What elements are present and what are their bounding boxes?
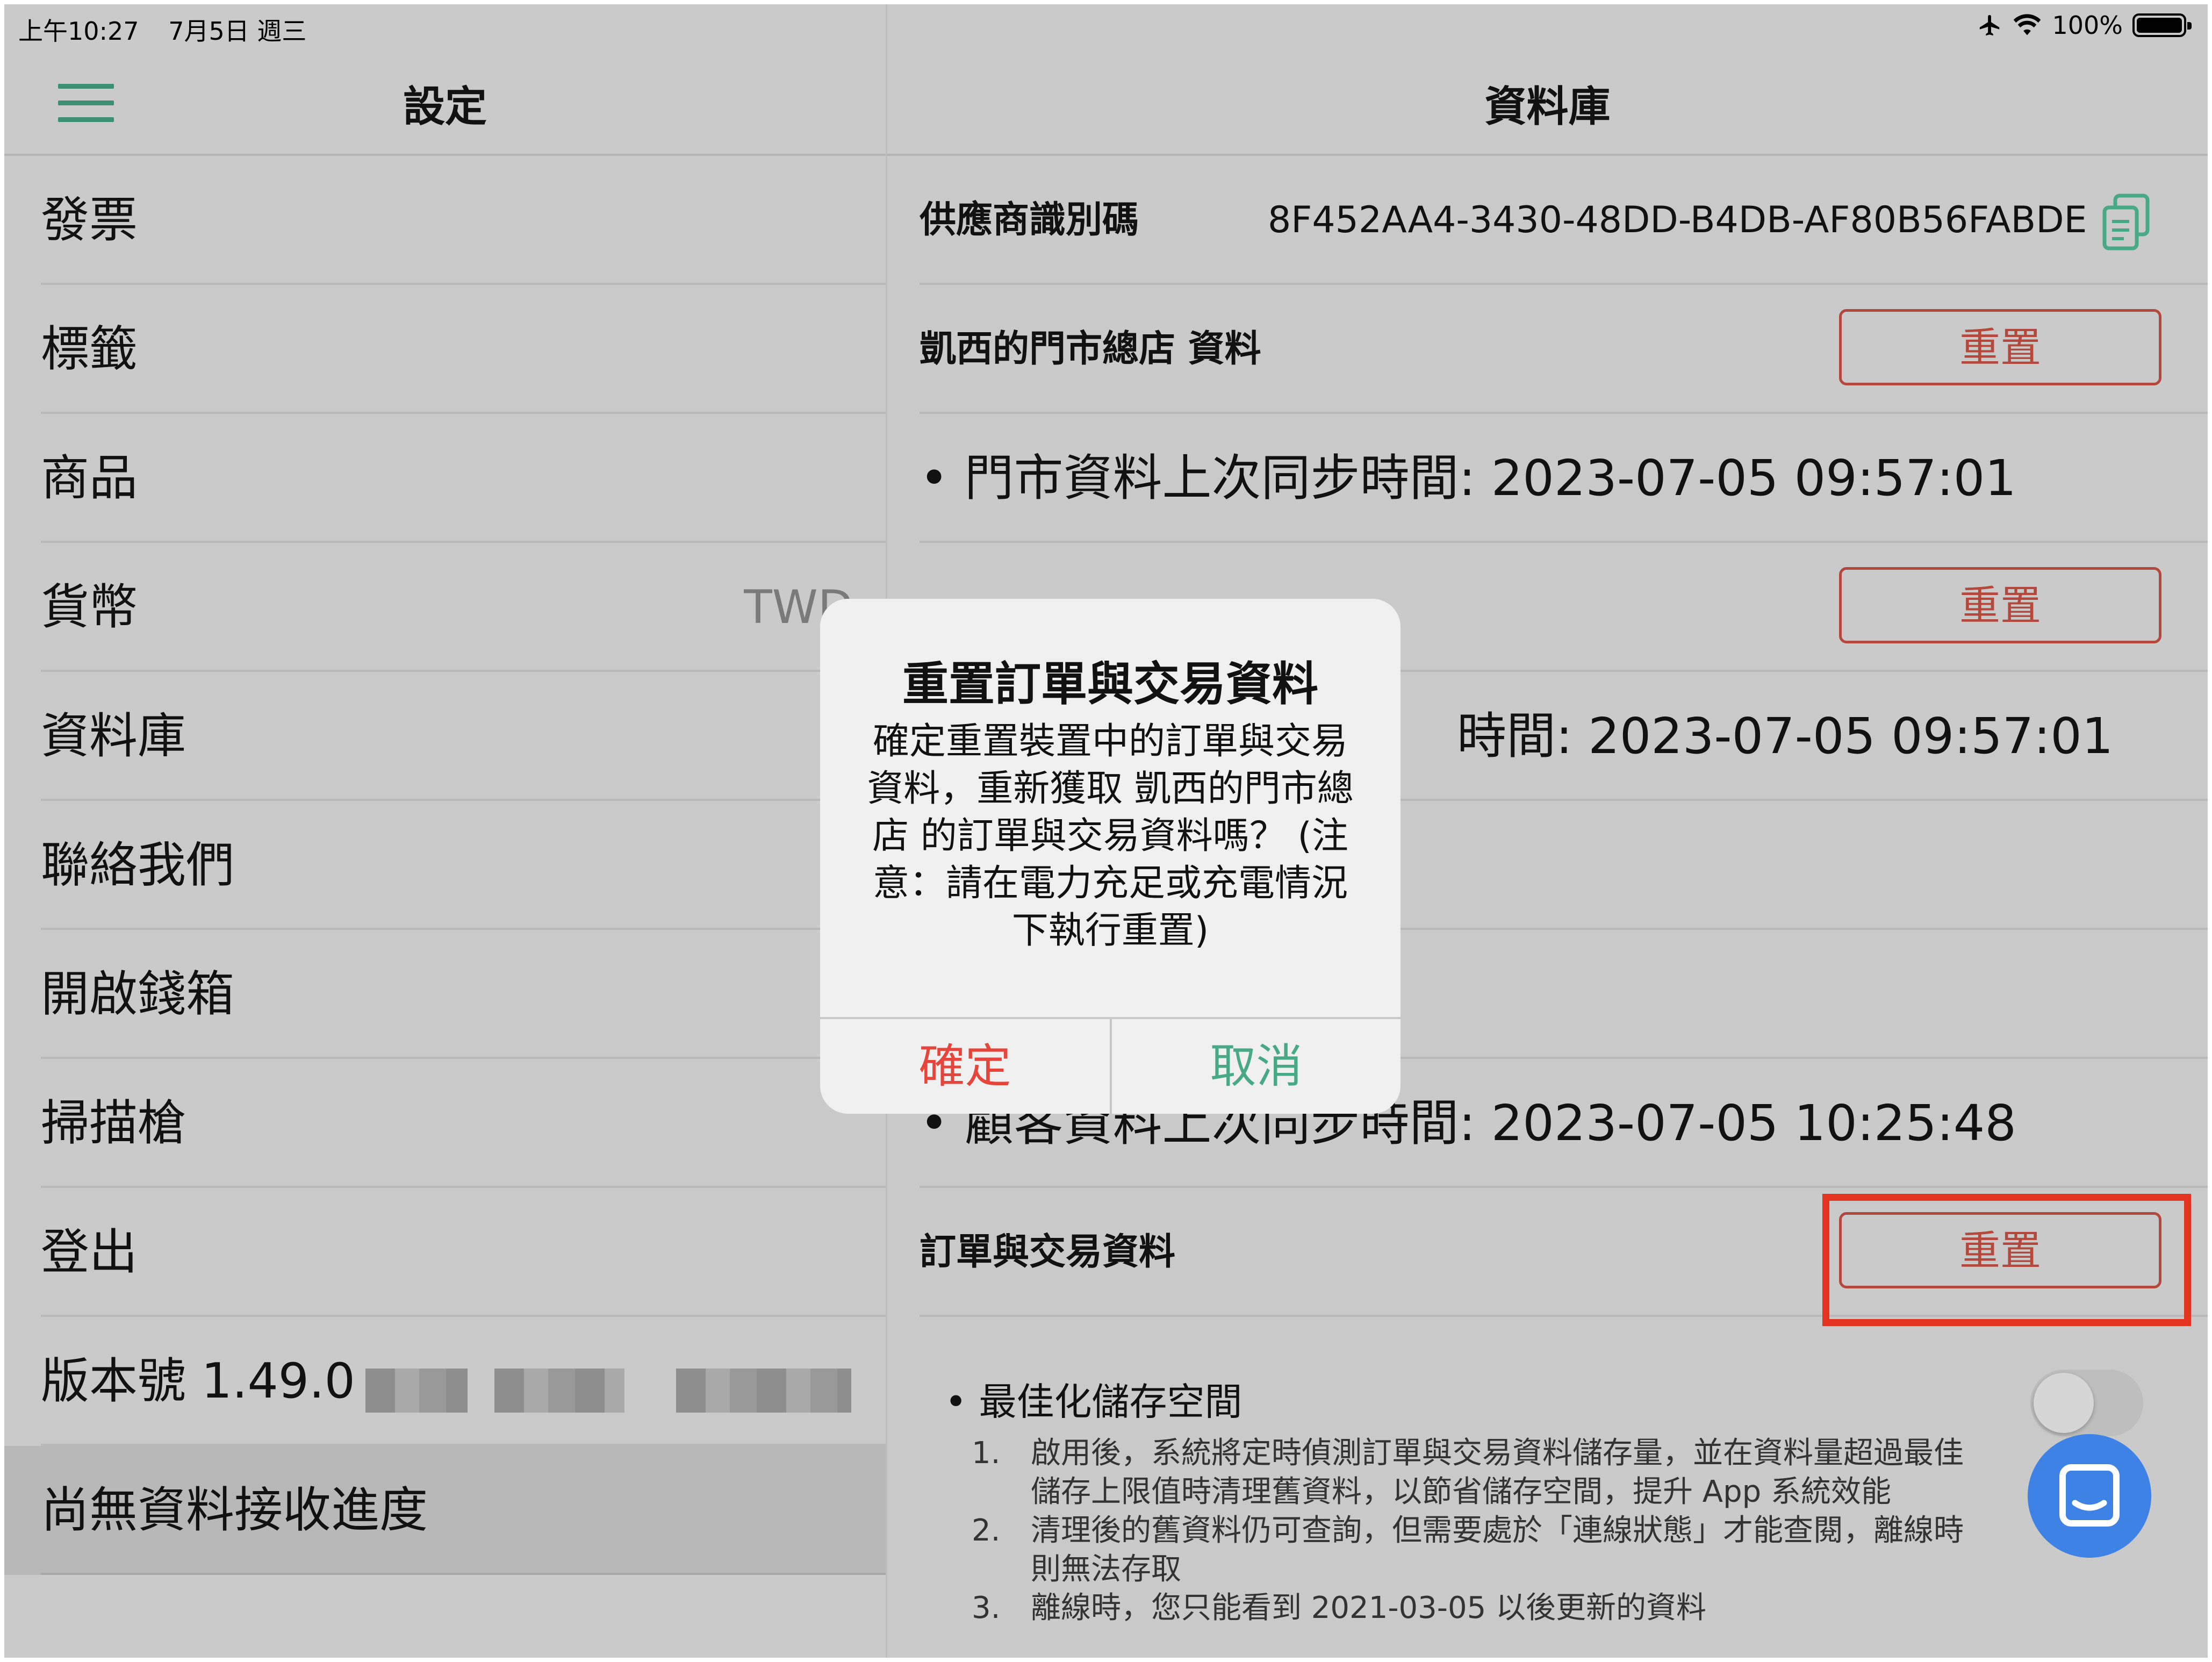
menu-item-label: 標籤 xyxy=(41,321,138,377)
list-item: 3. 離線時，您只能看到 2021-03-05 以後更新的資料 xyxy=(972,1591,1707,1625)
settings-title: 設定 xyxy=(403,83,487,131)
confirm-button[interactable]: 確定 xyxy=(820,1019,1110,1114)
menu-item-label: 掃描槍 xyxy=(41,1095,186,1151)
menu-item-cash-drawer[interactable]: 開啟錢箱 xyxy=(4,930,886,1059)
orders-data-row: 訂單與交易資料 重置 xyxy=(920,1188,2208,1317)
vendor-id-value: 8F452AA4-3430-48DD-B4DB-AF80B56FABDE xyxy=(1268,199,2087,241)
product-sync-time: 時間: 2023-07-05 09:57:01 xyxy=(1457,707,2114,765)
menu-item-label: 聯絡我們 xyxy=(41,837,234,893)
cancel-button[interactable]: 取消 xyxy=(1112,1019,1401,1114)
menu-item-label: 發票 xyxy=(41,192,138,248)
menu-item-labels[interactable]: 標籤 xyxy=(4,285,886,414)
copy-icon[interactable] xyxy=(2100,192,2154,252)
menu-item-database[interactable]: 資料庫 xyxy=(4,672,886,801)
menu-item-contact[interactable]: 聯絡我們 xyxy=(4,801,886,930)
chat-icon xyxy=(2059,1464,2120,1527)
store-reset-button[interactable]: 重置 xyxy=(1839,309,2161,385)
vendor-id-label: 供應商識別碼 xyxy=(920,199,1139,241)
dialog-message: 確定重置裝置中的訂單與交易資料，重新獲取 凱西的門市總店 的訂單與交易資料嗎？ … xyxy=(867,720,1354,952)
screen: 上午10:27 7月5日 週三 100% 設定 發票 標籤 商品 貨幣 TWD 資… xyxy=(4,4,2208,1658)
menu-item-version: 版本號 1.49.0 xyxy=(4,1317,886,1446)
store-sync-row: • 門市資料上次同步時間: 2023-07-05 09:57:01 xyxy=(920,414,2208,543)
optimize-storage-toggle[interactable] xyxy=(2030,1370,2143,1436)
menu-item-label: 資料庫 xyxy=(41,708,186,764)
menu-item-label: 開啟錢箱 xyxy=(41,966,234,1022)
version-label: 版本號 1.49.0 xyxy=(41,1353,355,1409)
menu-item-logout[interactable]: 登出 xyxy=(4,1188,886,1317)
store-data-row: 凱西的門市總店 資料 重置 xyxy=(920,285,2208,414)
sync-status-label: 尚無資料接收進度 xyxy=(41,1482,428,1538)
orders-reset-button[interactable]: 重置 xyxy=(1839,1212,2161,1288)
store-data-label: 凱西的門市總店 資料 xyxy=(920,328,1261,370)
redacted-block xyxy=(676,1369,851,1413)
vendor-id-row: 供應商識別碼 8F452AA4-3430-48DD-B4DB-AF80B56FA… xyxy=(920,156,2208,285)
chat-button[interactable] xyxy=(2028,1434,2151,1558)
product-reset-button[interactable]: 重置 xyxy=(1839,567,2161,643)
settings-pane: 設定 發票 標籤 商品 貨幣 TWD 資料庫 聯絡我們 開啟錢箱 掃描槍 登出 版… xyxy=(4,4,886,1658)
menu-item-label: 商品 xyxy=(41,450,138,506)
menu-item-invoice[interactable]: 發票 xyxy=(4,156,886,285)
menu-item-products[interactable]: 商品 xyxy=(4,414,886,543)
orders-data-label: 訂單與交易資料 xyxy=(920,1231,1176,1273)
menu-item-label: 登出 xyxy=(41,1224,138,1280)
sync-status-row: 尚無資料接收進度 xyxy=(4,1446,886,1575)
database-title: 資料庫 xyxy=(1484,83,1611,131)
menu-item-scanner[interactable]: 掃描槍 xyxy=(4,1059,886,1188)
optimize-storage-title: • 最佳化儲存空間 xyxy=(945,1380,1243,1424)
list-item: 1. 啟用後，系統將定時偵測訂單與交易資料儲存量，並在資料量超過最佳儲存上限值時清… xyxy=(972,1436,1964,1509)
menu-item-currency[interactable]: 貨幣 TWD xyxy=(4,543,886,672)
redacted-block xyxy=(494,1369,624,1413)
reset-confirm-dialog: 重置訂單與交易資料 確定重置裝置中的訂單與交易資料，重新獲取 凱西的門市總店 的… xyxy=(820,599,1401,1114)
list-item: 2. 清理後的舊資料仍可查詢，但需要處於「連線狀態」才能查閱，離線時則無法存取 xyxy=(972,1513,1964,1587)
store-sync-time: • 門市資料上次同步時間: 2023-07-05 09:57:01 xyxy=(920,449,2016,507)
redacted-block xyxy=(365,1369,468,1413)
menu-item-label: 貨幣 xyxy=(41,579,138,635)
settings-menu: 發票 標籤 商品 貨幣 TWD 資料庫 聯絡我們 開啟錢箱 掃描槍 登出 版本號 … xyxy=(4,156,886,1446)
dialog-title: 重置訂單與交易資料 xyxy=(902,657,1318,711)
optimize-notes: 1. 啟用後，系統將定時偵測訂單與交易資料儲存量，並在資料量超過最佳儲存上限值時清… xyxy=(972,1434,1993,1628)
